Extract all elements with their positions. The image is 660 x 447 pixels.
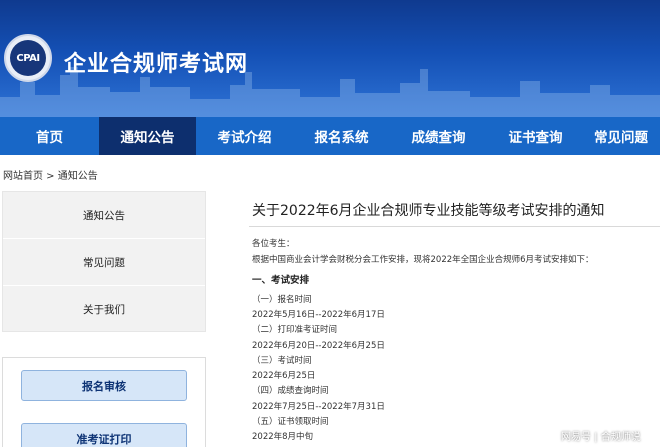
- article-intro: 根据中国商业会计学会财税分会工作安排，现将2022年全国企业合规师6月考试安排如…: [252, 255, 594, 265]
- schedule-item-value: 2022年6月20日--2022年6月25日: [252, 341, 385, 351]
- nav-item-notices[interactable]: 通知公告: [99, 117, 196, 155]
- sidebar-menu: 通知公告 常见问题 关于我们: [2, 191, 206, 332]
- article-divider: [249, 226, 660, 227]
- nav-item-registration[interactable]: 报名系统: [293, 117, 390, 155]
- site-title: 企业合规师考试网: [64, 52, 249, 77]
- nav-item-home[interactable]: 首页: [0, 117, 99, 155]
- nav-item-exam-intro[interactable]: 考试介绍: [196, 117, 293, 155]
- schedule-item-value: 2022年5月16日--2022年6月17日: [252, 310, 385, 320]
- breadcrumb-current[interactable]: 通知公告: [58, 171, 98, 182]
- sidebar-item-faq[interactable]: 常见问题: [3, 239, 205, 286]
- schedule-item-value: 2022年6月25日: [252, 371, 316, 381]
- admission-ticket-print-button[interactable]: 准考证打印: [21, 423, 187, 447]
- source-watermark: 网易号 | 合规师说: [561, 432, 641, 443]
- nav-item-certificate-query[interactable]: 证书查询: [487, 117, 584, 155]
- article-title: 关于2022年6月企业合规师专业技能等级考试安排的通知: [252, 203, 605, 219]
- breadcrumb-separator: >: [43, 171, 58, 182]
- header-banner: CPAI 企业合规师考试网: [0, 0, 660, 117]
- article-greeting: 各位考生：: [252, 239, 295, 249]
- main-nav: 首页 通知公告 考试介绍 报名系统 成绩查询 证书查询 常见问题: [0, 117, 660, 155]
- schedule-item-label: （三）考试时间: [252, 356, 312, 366]
- schedule-item-label: （一）报名时间: [252, 295, 312, 305]
- breadcrumb-home-link[interactable]: 网站首页: [3, 171, 43, 182]
- schedule-item-label: （五）证书领取时间: [252, 417, 329, 427]
- breadcrumb: 网站首页 > 通知公告: [3, 167, 98, 182]
- sidebar-item-notices[interactable]: 通知公告: [3, 192, 205, 239]
- sidebar-quick-links: 报名审核 准考证打印: [2, 357, 206, 447]
- registration-review-button[interactable]: 报名审核: [21, 370, 187, 401]
- nav-item-score-query[interactable]: 成绩查询: [390, 117, 487, 155]
- section-heading-exam-schedule: 一、考试安排: [252, 275, 310, 286]
- schedule-item-label: （四）成绩查询时间: [252, 386, 329, 396]
- site-logo-mark: CPAI: [10, 40, 46, 76]
- schedule-item-value: 2022年7月25日--2022年7月31日: [252, 402, 385, 412]
- schedule-item-label: （二）打印准考证时间: [252, 325, 338, 335]
- site-logo[interactable]: CPAI: [4, 34, 52, 82]
- nav-item-faq[interactable]: 常见问题: [584, 117, 660, 155]
- schedule-item-value: 2022年8月中旬: [252, 432, 314, 442]
- sidebar-item-about-us[interactable]: 关于我们: [3, 286, 205, 333]
